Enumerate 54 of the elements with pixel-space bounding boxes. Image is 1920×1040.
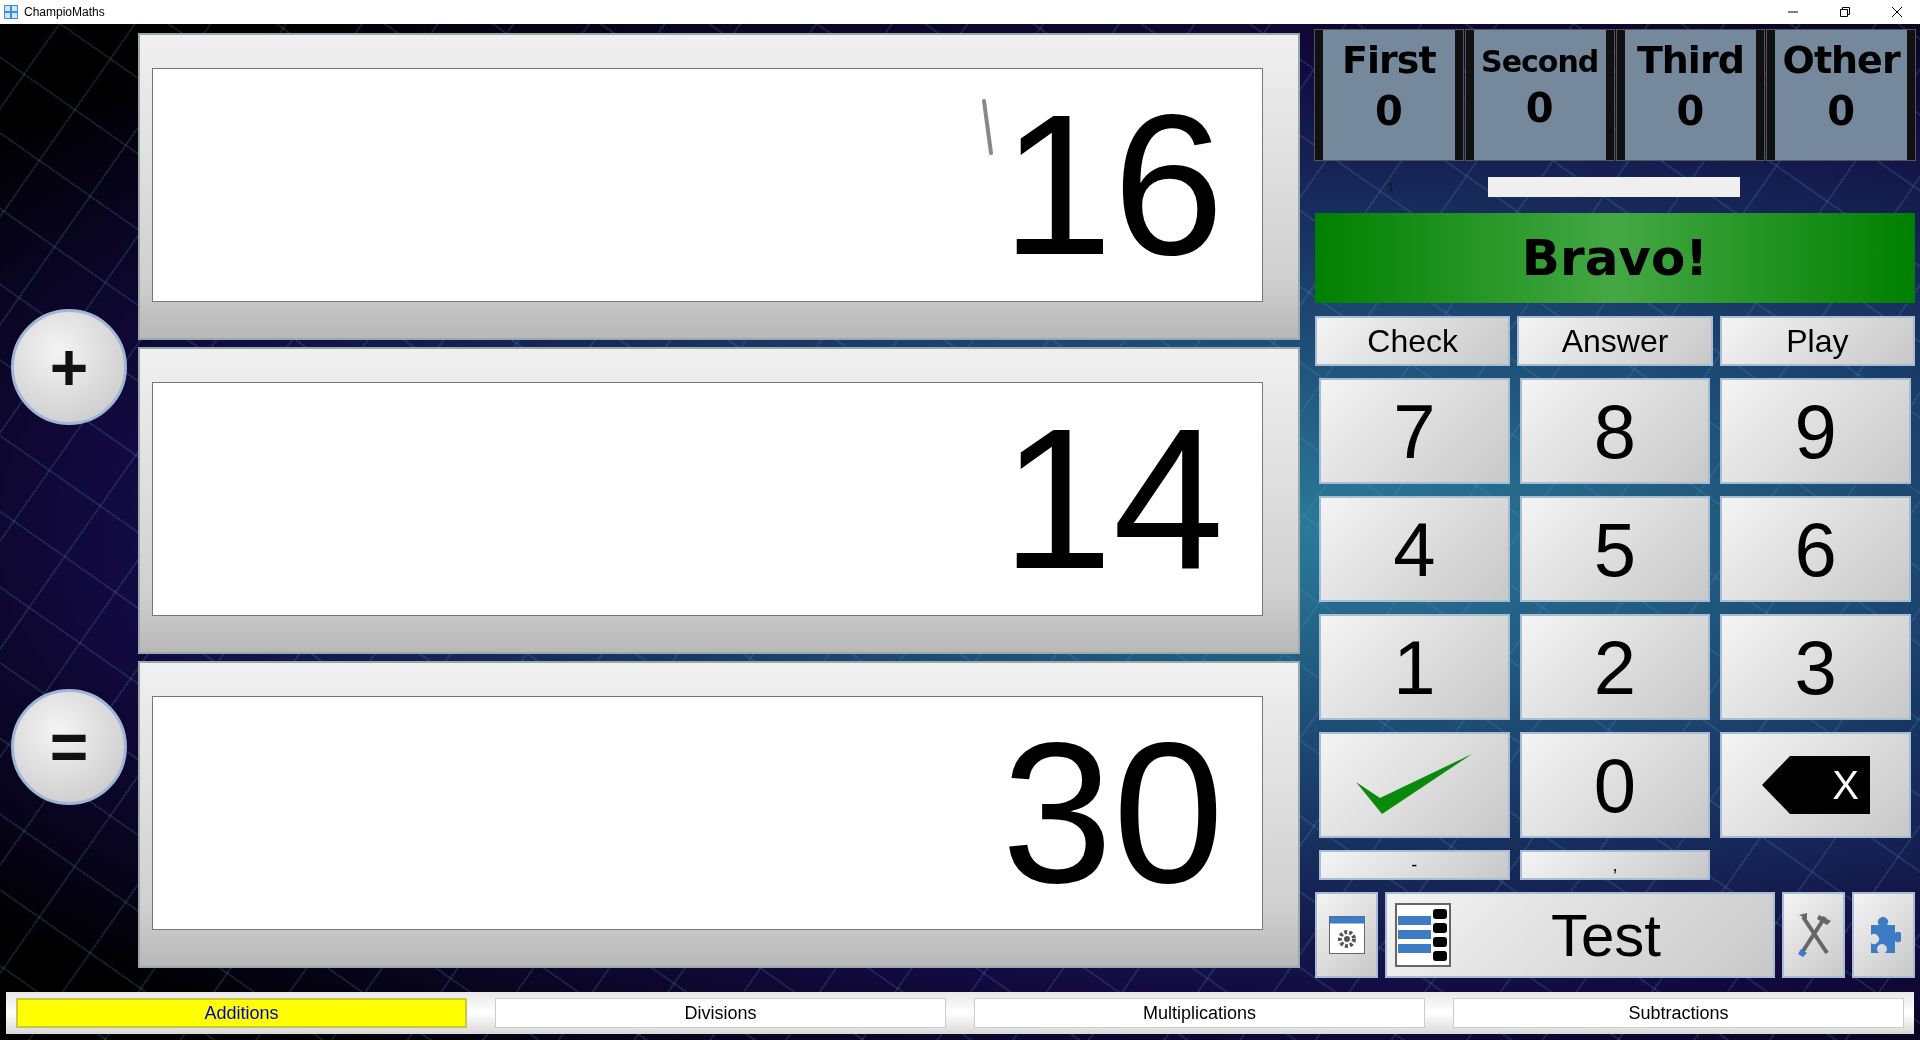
confirm-key[interactable] xyxy=(1319,732,1510,838)
restore-icon xyxy=(1840,7,1850,17)
operator-button[interactable]: = xyxy=(11,689,127,805)
number-field[interactable]: 14 xyxy=(152,382,1263,616)
number-value: 14 xyxy=(1001,399,1224,599)
app-icon xyxy=(4,5,18,19)
settings-button[interactable] xyxy=(1315,892,1378,978)
list-icon xyxy=(1395,903,1451,967)
pen-stroke-icon xyxy=(981,99,994,155)
test-button[interactable]: Test xyxy=(1385,892,1775,978)
score-value: 0 xyxy=(1676,88,1705,134)
operator-button[interactable]: + xyxy=(11,309,127,425)
keypad-key[interactable]: 4 xyxy=(1319,496,1510,602)
settings-icon xyxy=(1328,916,1365,954)
keypad-key[interactable]: 0 xyxy=(1519,732,1711,838)
wrench-hammer-icon xyxy=(1796,913,1831,957)
keypad-key[interactable]: 1 xyxy=(1319,614,1510,720)
backspace-label: X xyxy=(1832,762,1859,808)
puzzle-button[interactable] xyxy=(1852,892,1915,978)
score-label: Other xyxy=(1782,38,1900,82)
score-label: First xyxy=(1342,38,1436,82)
checkmark-icon xyxy=(1356,754,1473,816)
feedback-banner: Bravo! xyxy=(1315,213,1915,303)
score-value: 0 xyxy=(1374,88,1403,134)
number-field[interactable]: 16 xyxy=(152,68,1263,302)
tools-button[interactable] xyxy=(1782,892,1845,978)
action-button[interactable]: Check xyxy=(1315,316,1511,366)
category-tab[interactable]: Divisions xyxy=(495,998,946,1028)
keypad-key[interactable]: 9 xyxy=(1720,378,1911,484)
window-title: ChampioMaths xyxy=(24,5,105,19)
close-icon xyxy=(1892,7,1902,17)
category-tab[interactable]: Additions xyxy=(16,998,467,1028)
score-label: Second xyxy=(1481,44,1599,79)
keypad-key[interactable]: 8 xyxy=(1519,378,1711,484)
action-button[interactable]: Answer xyxy=(1517,316,1713,366)
score-value: 0 xyxy=(1827,88,1856,134)
category-tab[interactable]: Multiplications xyxy=(974,998,1425,1028)
number-value: 30 xyxy=(1001,713,1224,913)
keypad-key[interactable]: - xyxy=(1319,850,1510,880)
progress-label: 1 xyxy=(1388,181,1395,193)
keypad-key[interactable]: 5 xyxy=(1519,496,1711,602)
backspace-key[interactable]: X xyxy=(1720,732,1911,838)
keypad-key[interactable]: 3 xyxy=(1720,614,1911,720)
keypad-key[interactable]: , xyxy=(1519,850,1711,880)
action-button[interactable]: Play xyxy=(1719,316,1915,366)
score-value: 0 xyxy=(1525,85,1554,131)
keypad-key[interactable]: 2 xyxy=(1519,614,1711,720)
number-field[interactable]: 30 xyxy=(152,696,1263,930)
keypad-key[interactable]: 7 xyxy=(1319,378,1510,484)
number-value: 16 xyxy=(1001,85,1224,285)
score-label: Third xyxy=(1636,38,1744,82)
keypad-key[interactable]: 6 xyxy=(1720,496,1911,602)
backspace-icon xyxy=(1761,756,1870,814)
category-tab[interactable]: Subtractions xyxy=(1453,998,1904,1028)
